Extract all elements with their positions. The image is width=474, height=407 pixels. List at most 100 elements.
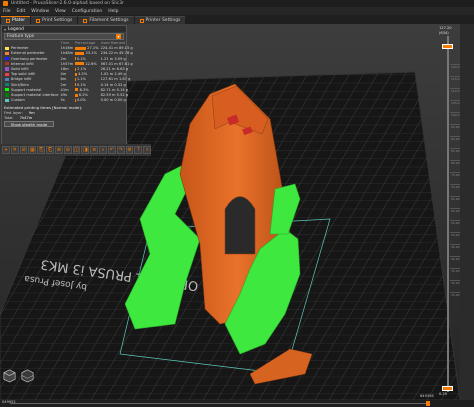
move-slider-right-value: 649356: [420, 394, 434, 398]
delete-icon[interactable]: ✕: [10, 146, 19, 154]
layer-tick-label: 50.00: [450, 232, 460, 244]
feature-name: Skirt/Brim: [11, 82, 29, 87]
view-type-select[interactable]: Feature type ▾: [4, 33, 124, 40]
percentage-text: 23.1%: [85, 51, 97, 56]
layer-top-sub: (634): [439, 31, 449, 35]
printer-icon: [139, 18, 144, 23]
legend-table: Time Percentage Used filament Perimeter 1…: [4, 41, 134, 103]
tab-plater[interactable]: Plater: [1, 16, 31, 24]
layer-slider-ticks: 120.0 115.0 110.0 105.0 100.0 95.00 90.00 85.00…: [450, 64, 460, 304]
layers-editing-icon[interactable]: ≡: [90, 146, 99, 154]
layer-tick-label: 30.00: [450, 280, 460, 292]
feature-name: Support material: [11, 87, 42, 92]
color-swatch: [5, 46, 9, 50]
layer-slider-rail[interactable]: [447, 36, 449, 392]
legend-filament: 0.00 m 0.00 g: [100, 98, 126, 103]
layer-tick-label: 45.00: [450, 244, 460, 256]
layer-tick-label: 115.0: [450, 76, 460, 88]
percentage-bar: [75, 67, 76, 71]
layer-tick-label: 75.00: [450, 172, 460, 184]
move-slider-thumb[interactable]: [426, 401, 430, 406]
cube-view-icon[interactable]: [2, 368, 17, 383]
legend-header[interactable]: ▾ Legend: [2, 26, 126, 32]
percentage-bar: [75, 88, 79, 92]
tab-print-settings[interactable]: Print Settings: [31, 16, 78, 24]
menu-window[interactable]: Window: [31, 9, 49, 14]
feature-name: Bridge infill: [11, 77, 32, 82]
percentage-bar: [75, 62, 85, 66]
percentage-bar: [75, 83, 76, 87]
add-instance-icon[interactable]: ⊕: [54, 146, 63, 154]
layer-tick-label: 60.00: [450, 208, 460, 220]
arrange-icon[interactable]: ▦: [28, 146, 37, 154]
split-objects-icon[interactable]: ◫: [72, 146, 81, 154]
split-parts-icon[interactable]: ◨: [81, 146, 90, 154]
search-icon[interactable]: ⌕: [99, 146, 107, 154]
tab-printer-settings[interactable]: Printer Settings: [134, 16, 186, 24]
total-value: 7h47m: [19, 115, 33, 120]
menu-bar: File Edit Window View Configuration Help: [0, 7, 474, 15]
layer-slider-bottom-thumb[interactable]: [442, 386, 453, 391]
percentage-text: 6.2%: [78, 93, 88, 98]
tab-bar: Plater Print Settings Filament Settings …: [0, 15, 474, 24]
legend-title: Legend: [8, 26, 24, 32]
view-cubes: [2, 368, 35, 383]
layer-slider[interactable]: 127.20 (634) 120.0 115.0 110.0 105.0 100.0 95…: [436, 24, 460, 400]
help-icon[interactable]: ?: [134, 146, 143, 154]
menu-edit[interactable]: Edit: [17, 9, 26, 14]
menu-configuration[interactable]: Configuration: [72, 9, 103, 14]
undo-icon[interactable]: ↶: [107, 146, 116, 154]
legend-panel: ▾ Legend Feature type ▾ Time Percentage Us…: [1, 25, 133, 155]
percentage-text: 22.6%: [85, 61, 97, 66]
show-stealth-mode-button[interactable]: Show stealth mode: [4, 121, 54, 128]
legend-time: 1h48m: [60, 51, 74, 56]
feature-name: Perimeter: [11, 46, 29, 51]
layer-slider-top-thumb[interactable]: [442, 44, 453, 49]
menu-file[interactable]: File: [3, 9, 11, 14]
legend-row[interactable]: Custom 5s 0.0% 0.00 m 0.00 g: [4, 98, 134, 103]
percentage-bar: [75, 98, 76, 102]
layer-top-value: 127.20: [439, 26, 452, 30]
legend-filament: 127.61 m 1.87 g: [100, 77, 131, 82]
layer-tick-label: 40.00: [450, 256, 460, 268]
layer-tick-label: 100.0: [450, 112, 460, 124]
tab-filament-settings[interactable]: Filament Settings: [78, 16, 134, 24]
layers-view-icon[interactable]: [20, 368, 35, 383]
feature-name: External perimeter: [11, 51, 45, 56]
legend-time: 5s: [60, 98, 65, 103]
print-settings-icon: [36, 18, 41, 23]
color-swatch: [5, 88, 9, 92]
add-icon[interactable]: +: [2, 146, 10, 154]
layer-tick-label: 90.00: [450, 136, 460, 148]
move-slider[interactable]: 049952: [0, 400, 474, 407]
collapse-arrow-icon[interactable]: ▾: [4, 27, 6, 32]
copy-icon[interactable]: ⎘: [37, 146, 46, 154]
feature-name: Solid infill: [11, 67, 29, 72]
settings-icon[interactable]: ⚙: [125, 146, 134, 154]
color-swatch: [5, 77, 9, 82]
delete-all-icon[interactable]: ⊘: [19, 146, 28, 154]
menu-view[interactable]: View: [55, 9, 66, 14]
filament-icon: [83, 18, 88, 23]
move-slider-rail[interactable]: [10, 403, 430, 404]
menu-help[interactable]: Help: [108, 9, 118, 14]
layer-tick-label: 65.00: [450, 196, 460, 208]
remove-instance-icon[interactable]: ⊖: [63, 146, 72, 154]
layer-tick-label: 55.00: [450, 220, 460, 232]
tab-printer-settings-label: Printer Settings: [145, 18, 181, 23]
total-row: Total: 7h47m: [4, 115, 124, 120]
color-swatch: [5, 51, 9, 55]
tab-print-settings-label: Print Settings: [42, 18, 73, 23]
total-label: Total:: [4, 115, 14, 120]
color-swatch: [5, 72, 9, 76]
redo-icon[interactable]: ↷: [116, 146, 125, 154]
tab-filament-settings-label: Filament Settings: [89, 18, 129, 23]
percentage-text: 0.1%: [76, 56, 86, 61]
percentage-text: 0.0%: [76, 98, 86, 103]
app-logo-icon: [3, 1, 8, 6]
collapse-icon[interactable]: «: [143, 146, 152, 154]
feature-name: Internal infill: [11, 61, 34, 66]
title-bar: Untitled - PrusaSlicer-2.6.0-alpha4 base…: [0, 0, 474, 7]
paste-icon[interactable]: ⎗: [46, 146, 54, 154]
chevron-down-icon[interactable]: ▾: [116, 34, 121, 39]
